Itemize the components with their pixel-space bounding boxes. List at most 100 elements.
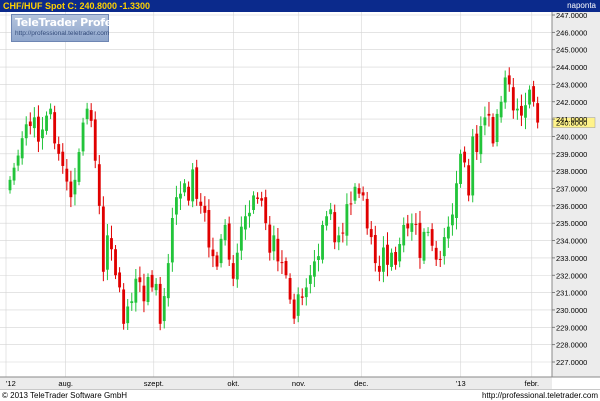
- candle-up: [174, 197, 178, 215]
- candle-down: [467, 165, 471, 196]
- candle-up: [304, 287, 308, 298]
- y-tick-label: 237.0000: [556, 185, 587, 194]
- candle-up: [382, 247, 385, 272]
- candle-up: [32, 117, 36, 129]
- y-tick-label: 234.0000: [556, 237, 587, 246]
- y-tick-label: 228.0000: [556, 341, 587, 350]
- candle-up: [528, 89, 531, 105]
- x-tick-label: '12: [6, 379, 16, 388]
- candle-up: [308, 275, 312, 284]
- candle-down: [93, 119, 97, 161]
- candle-down: [256, 197, 260, 199]
- candle-up: [422, 231, 426, 261]
- candle-up: [252, 195, 255, 211]
- y-tick-label: 231.0000: [556, 289, 587, 298]
- period-label: naponta: [567, 1, 596, 10]
- instrument-quote: CHF/HUF Spot C: 240.8000 -1.3300: [3, 1, 151, 11]
- candle-up: [426, 231, 430, 233]
- logo-title: TeleTrader Professional: [15, 16, 154, 29]
- candle-down: [101, 206, 105, 272]
- candle-down: [507, 75, 511, 85]
- candle-down: [333, 212, 337, 243]
- y-tick-label: 233.0000: [556, 254, 587, 263]
- candle-down: [349, 203, 353, 205]
- y-tick-label: 240.0000: [556, 132, 587, 141]
- y-tick-label: 227.0000: [556, 358, 587, 367]
- candle-down: [231, 263, 235, 279]
- copyright-text: © 2013 TeleTrader Software GmbH: [2, 391, 128, 400]
- y-tick-label: 232.0000: [556, 271, 587, 280]
- candle-down: [369, 229, 373, 238]
- candle-up: [105, 235, 109, 270]
- candle-down: [114, 249, 117, 276]
- y-tick-label: 238.0000: [556, 167, 587, 176]
- candle-up: [313, 261, 316, 277]
- candle-up: [390, 252, 393, 267]
- candle-up: [134, 278, 138, 303]
- candle-up: [166, 263, 170, 299]
- candle-down: [341, 232, 345, 234]
- candle-down: [284, 261, 288, 276]
- candle-down: [430, 229, 434, 246]
- y-tick-label: 230.0000: [556, 306, 587, 315]
- candle-down: [268, 224, 272, 253]
- candle-down: [215, 255, 219, 267]
- candle-down: [203, 205, 207, 213]
- candle-down: [69, 181, 73, 198]
- candle-up: [321, 224, 324, 260]
- candle-down: [61, 151, 65, 166]
- candle-down: [118, 272, 122, 288]
- candle-down: [536, 103, 540, 123]
- y-tick-label: 236.0000: [556, 202, 587, 211]
- candle-up: [126, 306, 130, 324]
- candle-up: [499, 101, 503, 118]
- y-tick-label: 241.0000: [556, 115, 587, 124]
- x-axis-panel: [0, 377, 552, 389]
- candle-down: [150, 274, 154, 288]
- candle-down: [138, 277, 142, 283]
- candle-up: [515, 108, 519, 111]
- candle-down: [463, 151, 467, 163]
- candle-down: [475, 133, 479, 153]
- y-tick-label: 243.0000: [556, 80, 587, 89]
- candle-down: [142, 285, 146, 302]
- candle-up: [442, 237, 446, 257]
- x-tick-label: dec.: [354, 379, 368, 388]
- candle-up: [219, 238, 223, 264]
- candle-up: [41, 129, 44, 139]
- candle-down: [36, 116, 40, 142]
- candle-up: [325, 216, 329, 226]
- candle-up: [8, 179, 12, 191]
- candle-down: [28, 121, 32, 127]
- chart-header-bar: CHF/HUF Spot C: 240.8000 -1.3300 naponta: [0, 0, 600, 12]
- candle-down: [227, 223, 231, 260]
- candle-down: [377, 265, 381, 272]
- candle-down: [487, 113, 491, 116]
- candle-down: [438, 258, 442, 260]
- candle-down: [195, 167, 199, 199]
- candle-down: [434, 247, 438, 260]
- candle-up: [459, 153, 462, 184]
- candle-down: [187, 186, 191, 201]
- candle-down: [89, 110, 93, 121]
- candle-up: [410, 223, 414, 232]
- candle-down: [65, 168, 69, 182]
- candle-up: [49, 108, 53, 115]
- candle-up: [483, 117, 487, 126]
- candle-up: [446, 226, 450, 239]
- candle-up: [244, 216, 247, 230]
- x-tick-label: febr.: [524, 379, 539, 388]
- x-tick-label: szept.: [144, 379, 164, 388]
- candle-down: [292, 299, 296, 319]
- candle-up: [24, 124, 28, 139]
- candle-up: [16, 155, 20, 166]
- candle-up: [272, 235, 276, 252]
- candle-down: [207, 210, 211, 248]
- candle-down: [53, 112, 57, 144]
- candle-up: [235, 252, 239, 280]
- logo-url: http://professional.teletrader.com: [15, 30, 110, 37]
- candle-up: [503, 77, 507, 103]
- candle-up: [398, 244, 402, 262]
- candle-down: [57, 144, 61, 154]
- candle-down: [386, 244, 389, 265]
